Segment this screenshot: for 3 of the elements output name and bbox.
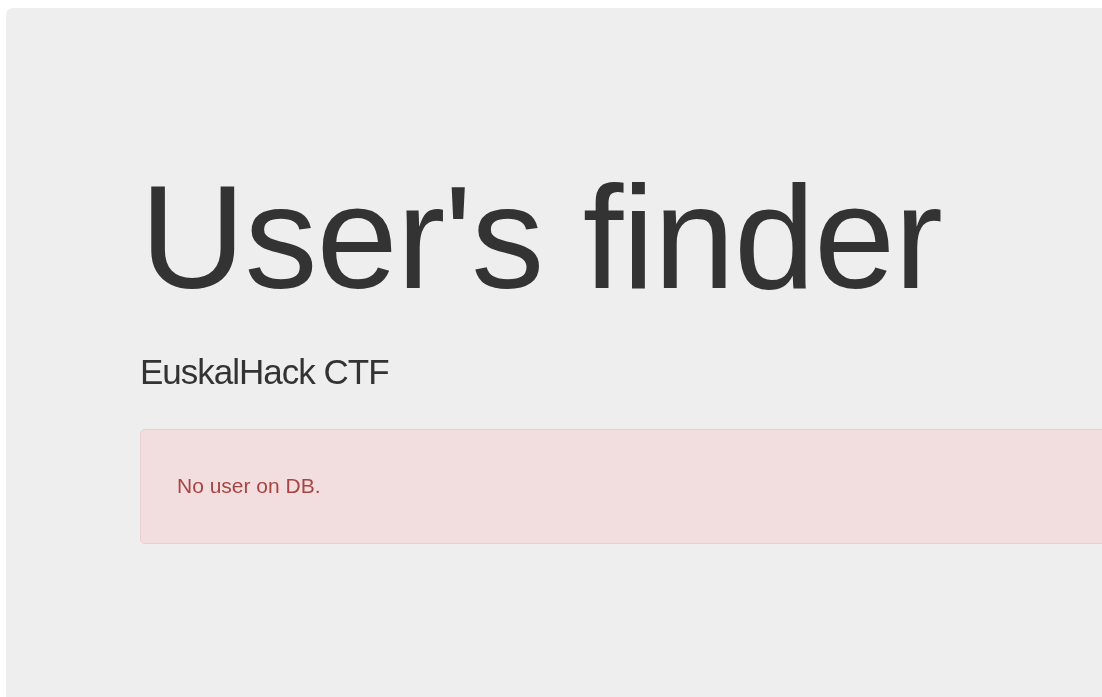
page-title: User's finder [140,158,943,319]
error-alert: No user on DB. [140,428,1102,544]
page-subtitle: EuskalHack CTF [140,350,390,393]
